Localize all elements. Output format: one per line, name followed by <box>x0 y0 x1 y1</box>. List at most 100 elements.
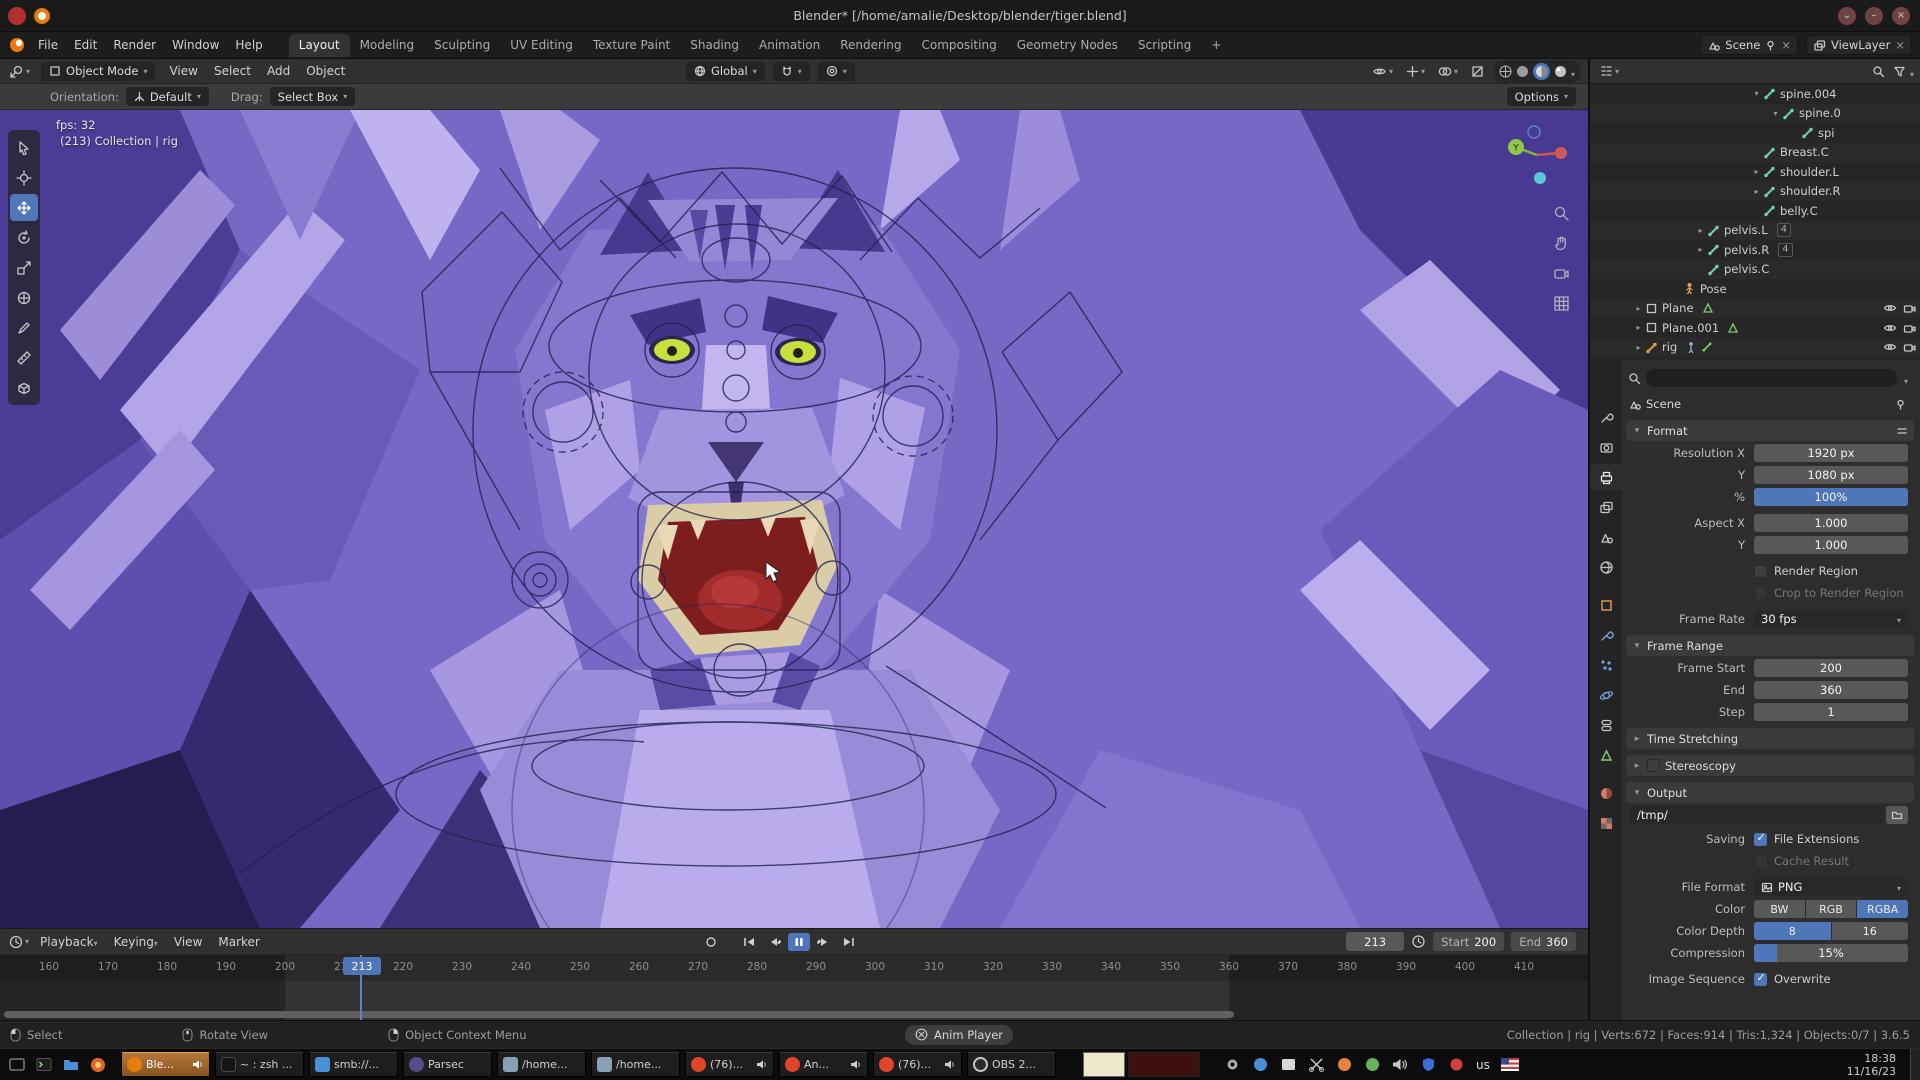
tab-physics-properties[interactable] <box>1590 682 1622 708</box>
show-desktop-icon[interactable] <box>8 1056 26 1074</box>
scene-selector[interactable]: Scene × <box>1700 35 1798 55</box>
disclosure-icon[interactable]: ▾ <box>1769 109 1782 118</box>
menu-select[interactable]: Select <box>206 64 259 78</box>
playhead-frame-badge[interactable]: 213 <box>343 957 381 975</box>
search-icon[interactable] <box>1872 65 1885 78</box>
anim-player-chip[interactable]: Anim Player <box>905 1025 1013 1045</box>
terminal-launcher-icon[interactable] <box>35 1056 53 1074</box>
tab-view-layer-properties[interactable] <box>1590 494 1622 520</box>
window-minimize-button[interactable]: – <box>1865 7 1883 25</box>
pause-button[interactable] <box>788 933 810 951</box>
viewport-pan-icon[interactable] <box>1550 232 1572 254</box>
workspace-tab-texture-paint[interactable]: Texture Paint <box>583 34 680 57</box>
taskbar-app-blender[interactable]: Ble... <box>121 1052 210 1077</box>
tray-green-app-icon[interactable] <box>1364 1056 1381 1073</box>
tool-measure[interactable] <box>10 344 38 371</box>
panel-header-frame-range[interactable]: ▾Frame Range <box>1626 635 1914 656</box>
tool-cursor[interactable] <box>10 164 38 191</box>
panel-header-output[interactable]: ▾Output <box>1626 782 1914 803</box>
panel-header-time-stretching[interactable]: ▸Time Stretching <box>1626 728 1914 749</box>
screenshot-scissors-icon[interactable] <box>1308 1056 1325 1073</box>
object-visibility-dropdown[interactable] <box>1369 65 1396 78</box>
show-desktop-strip[interactable] <box>1910 1049 1920 1080</box>
tool-move[interactable] <box>10 194 38 221</box>
tab-texture-properties[interactable] <box>1590 810 1622 836</box>
menu-edit[interactable]: Edit <box>66 38 105 52</box>
menu-view-timeline[interactable]: View <box>166 935 210 949</box>
resolution-percent-slider[interactable]: 100% <box>1754 488 1908 506</box>
properties-search-input[interactable] <box>1646 369 1897 387</box>
orientation-dropdown[interactable]: Default <box>126 87 209 106</box>
outliner-row-bone[interactable]: ▸shoulder.L <box>1590 162 1920 182</box>
outliner-row-bone[interactable]: ▸pelvis.R4 <box>1590 240 1920 260</box>
shading-wireframe-icon[interactable] <box>1499 65 1512 78</box>
hide-eye-icon[interactable] <box>1883 322 1897 334</box>
disable-render-camera-icon[interactable] <box>1903 322 1916 334</box>
jump-to-start-button[interactable] <box>738 933 760 951</box>
files-launcher-icon[interactable] <box>62 1056 80 1074</box>
filter-icon[interactable] <box>1893 65 1906 78</box>
xray-toggle[interactable] <box>1468 65 1487 78</box>
menu-keying[interactable]: Keying <box>106 935 166 949</box>
taskbar-app-browser-3[interactable]: (76)... <box>873 1052 962 1077</box>
timeline-scrollbar[interactable] <box>4 1011 1234 1018</box>
menu-playback[interactable]: Playback <box>32 935 106 949</box>
settings-gear-icon[interactable] <box>1224 1056 1241 1073</box>
outliner-row-bone[interactable]: spi <box>1590 123 1920 143</box>
color-swatch-window-cream[interactable] <box>1083 1052 1125 1077</box>
outliner-row-bone[interactable]: belly.C <box>1590 201 1920 221</box>
stereoscopy-checkbox[interactable] <box>1647 759 1660 772</box>
panel-menu-icon[interactable] <box>1896 426 1908 436</box>
menu-object[interactable]: Object <box>298 64 353 78</box>
tab-tool-properties[interactable] <box>1590 404 1622 430</box>
editor-type-dropdown[interactable] <box>6 64 33 79</box>
tab-output-properties[interactable] <box>1590 464 1622 490</box>
cache-result-checkbox[interactable] <box>1754 855 1767 868</box>
menu-add[interactable]: Add <box>259 64 298 78</box>
compression-slider[interactable]: 15% <box>1754 944 1908 962</box>
color-rgba-button[interactable]: RGBA <box>1857 900 1908 918</box>
workspace-tab-compositing[interactable]: Compositing <box>911 34 1006 57</box>
shading-material-active[interactable] <box>1533 63 1550 80</box>
menu-help[interactable]: Help <box>227 38 270 52</box>
color-swatch-window-red[interactable] <box>1128 1052 1200 1077</box>
workspace-tab-geometry-nodes[interactable]: Geometry Nodes <box>1007 34 1128 57</box>
color-bw-button[interactable]: BW <box>1754 900 1805 918</box>
shading-rendered-icon[interactable] <box>1554 65 1567 78</box>
search-icon[interactable] <box>1628 372 1641 385</box>
workspace-tab-modeling[interactable]: Modeling <box>350 34 425 57</box>
disclosure-icon[interactable]: ▸ <box>1694 245 1707 254</box>
mode-dropdown[interactable]: Object Mode <box>41 62 155 81</box>
tab-modifier-properties[interactable] <box>1590 622 1622 648</box>
tool-transform[interactable] <box>10 284 38 311</box>
menu-marker[interactable]: Marker <box>210 935 267 949</box>
taskbar-app-obs[interactable]: OBS 2... <box>967 1052 1056 1077</box>
workspace-tab-rendering[interactable]: Rendering <box>830 34 911 57</box>
panel-header-stereoscopy[interactable]: ▸Stereoscopy <box>1626 755 1914 776</box>
color-rgb-button[interactable]: RGB <box>1806 900 1857 918</box>
outliner-row-object[interactable]: ▸Plane <box>1590 299 1920 319</box>
taskbar-app-smb[interactable]: smb://... <box>309 1052 398 1077</box>
auto-keying-clock-icon[interactable] <box>1411 934 1426 949</box>
outliner-editor-dropdown[interactable] <box>1596 64 1622 78</box>
menu-view[interactable]: View <box>161 64 205 78</box>
scene-unlink-icon[interactable]: × <box>1781 38 1791 52</box>
window-close-button[interactable]: × <box>1892 7 1910 25</box>
taskbar-app-browser-1[interactable]: (76)... <box>685 1052 774 1077</box>
add-workspace-button[interactable]: + <box>1201 34 1231 57</box>
tray-record-icon[interactable] <box>1448 1056 1465 1073</box>
gizmo-x-axis[interactable] <box>1555 147 1567 159</box>
frame-end-field[interactable]: 360 <box>1754 681 1908 699</box>
tab-scene-properties[interactable] <box>1590 524 1622 550</box>
tray-window-icon[interactable] <box>1280 1056 1297 1073</box>
next-keyframe-button[interactable] <box>813 933 835 951</box>
overlays-dropdown[interactable] <box>1435 65 1461 78</box>
gizmo-axis-negative[interactable] <box>1534 172 1546 184</box>
resolution-y-field[interactable]: 1080 px <box>1754 466 1908 484</box>
view-layer-selector[interactable]: ViewLayer × <box>1806 35 1912 55</box>
taskbar-app-files-2[interactable]: /home... <box>591 1052 680 1077</box>
hide-eye-icon[interactable] <box>1883 341 1897 353</box>
workspace-tab-scripting[interactable]: Scripting <box>1128 34 1201 57</box>
outliner-row-object[interactable]: ▸Plane.001 <box>1590 318 1920 338</box>
tab-data-properties[interactable] <box>1590 742 1622 768</box>
